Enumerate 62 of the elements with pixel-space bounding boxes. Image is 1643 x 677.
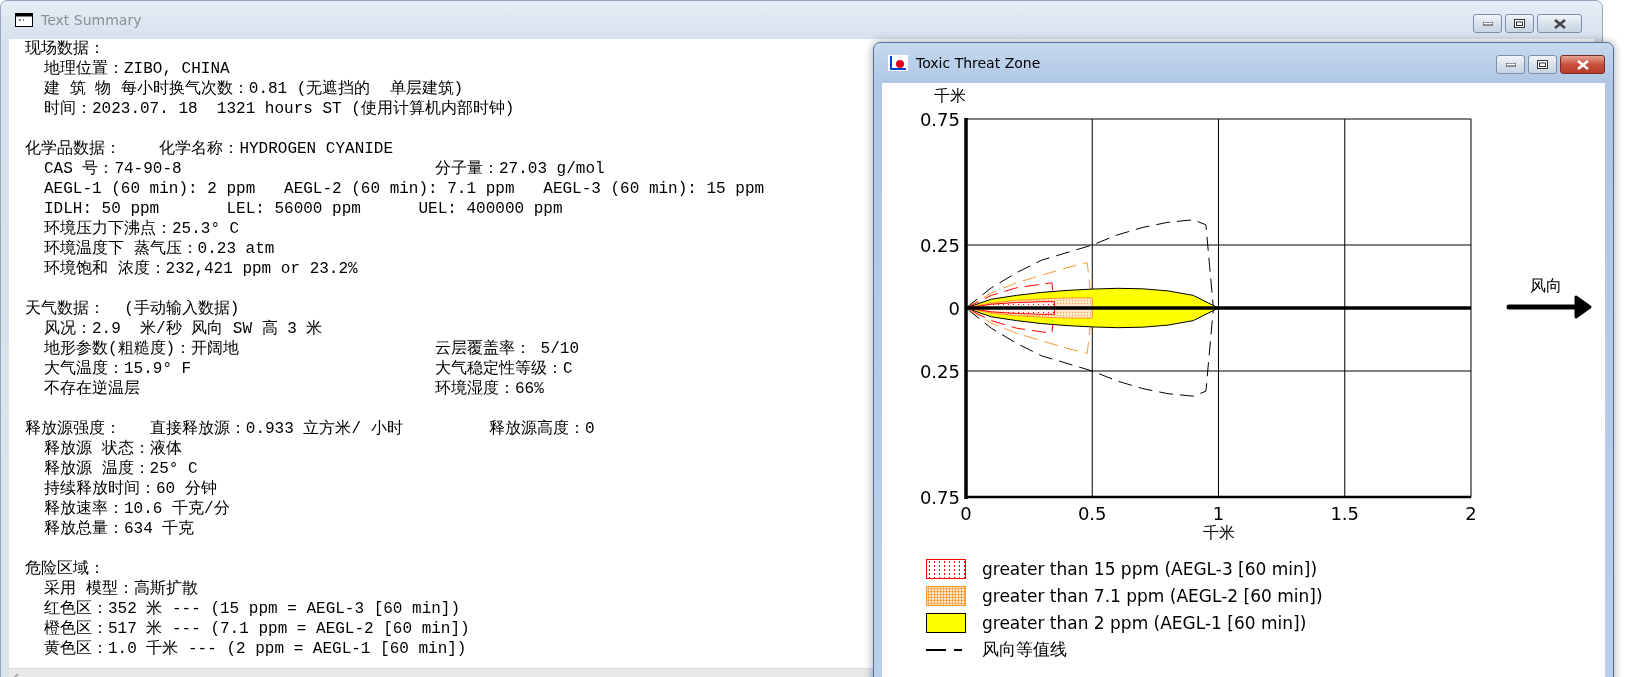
summary-text: 释放源 温度：25° C: [44, 459, 198, 479]
summary-text: 黄色区：1.0 千米 --- (2 ppm = AEGL-1 [60 min]): [44, 639, 467, 659]
summary-text: 地形参数(粗糙度)：开阔地: [44, 339, 241, 359]
close-button[interactable]: [1537, 14, 1582, 33]
section-heading: 危险区域：: [25, 559, 105, 579]
axis-tick-label: 0.25: [919, 360, 960, 382]
section-heading: 化学品数据： 化学名称：HYDROGEN CYANIDE: [25, 139, 394, 159]
summary-text: CAS 号：74-90-8: [44, 159, 183, 179]
summary-text: 大气稳定性等级：C: [435, 359, 573, 379]
axis-tick-label: 1: [1212, 502, 1225, 524]
maximize-icon: [1537, 60, 1548, 69]
summary-text: 橙色区：517 米 --- (7.1 ppm = AEGL-2 [60 min]): [44, 619, 470, 639]
summary-text: 红色区：352 米 --- (15 ppm = AEGL-3 [60 min]): [44, 599, 461, 619]
legend-label: greater than 2 ppm (AEGL-1 [60 min]): [982, 612, 1307, 633]
wind-direction-label: 风向: [1530, 275, 1562, 295]
summary-text: 建 筑 物 每小时换气次数：0.81 (无遮挡的 单层建筑): [44, 79, 464, 99]
axis-title: 千米: [934, 85, 966, 105]
summary-text: 分子量：27.03 g/mol: [435, 159, 605, 179]
axis-title: 千米: [1202, 522, 1235, 542]
close-icon: [1553, 18, 1566, 29]
legend-label: greater than 15 ppm (AEGL-3 [60 min]): [982, 558, 1318, 579]
section-heading: 天气数据： (手动输入数据): [25, 299, 240, 319]
summary-text: 环境饱和 浓度：232,421 ppm or 23.2%: [44, 259, 358, 279]
window-title: Text Summary: [41, 12, 142, 28]
summary-text: 释放总量：634 千克: [44, 519, 195, 539]
summary-text: 风况：2.9 米/秒 风向 SW 高 3 米: [44, 319, 323, 339]
axis-tick-label: 0: [948, 297, 960, 319]
window-icon: [15, 13, 33, 27]
summary-text: 地理位置：ZIBO, CHINA: [44, 59, 230, 79]
chart-icon: [888, 55, 908, 71]
close-button[interactable]: [1560, 55, 1605, 74]
summary-text: 环境温度下 蒸气压：0.23 atm: [44, 239, 275, 259]
maximize-button[interactable]: [1505, 14, 1534, 33]
summary-text: 环境湿度：66%: [435, 379, 544, 399]
close-icon: [1576, 59, 1589, 70]
summary-text: 不存在逆温层: [44, 379, 141, 399]
summary-text: IDLH: 50 ppm LEL: 56000 ppm UEL: 400000 ppm: [44, 199, 563, 219]
axis-tick-label: 0.5: [1077, 502, 1107, 524]
summary-text: 持续释放时间：60 分钟: [44, 479, 217, 499]
axis-tick-label: 0.25: [919, 234, 960, 256]
minimize-icon: [1505, 62, 1516, 67]
maximize-icon: [1514, 19, 1525, 28]
summary-text: 释放源 状态：液体: [44, 439, 182, 459]
summary-text: 释放速率：10.6 千克/分: [44, 499, 230, 519]
summary-text: AEGL-1 (60 min): 2 ppm AEGL-2 (60 min): 7.1 ppm AEGL-3 (60 min): 15 ppm: [44, 179, 765, 199]
summary-text: 时间：2023.07. 18 1321 hours ST (使用计算机内部时钟): [44, 99, 515, 119]
maximize-button[interactable]: [1528, 55, 1557, 74]
axis-tick-label: 0.75: [919, 108, 960, 130]
section-heading: 释放源强度： 直接释放源：0.933 立方米/ 小时 释放源高度：0: [25, 419, 595, 439]
window-title: Toxic Threat Zone: [916, 55, 1041, 71]
section-heading: 现场数据：: [25, 39, 105, 59]
axis-tick-label: 1.5: [1330, 502, 1360, 524]
legend-label: greater than 7.1 ppm (AEGL-2 [60 min]): [982, 585, 1323, 606]
minimize-icon: [1482, 21, 1493, 26]
summary-text: 环境压力下沸点：25.3° C: [44, 219, 240, 239]
summary-text: 采用 模型：高斯扩散: [44, 579, 198, 599]
summary-text: 大气温度：15.9° F: [44, 359, 193, 379]
summary-text: 云层覆盖率： 5/10: [435, 339, 579, 359]
legend-label: 风向等值线: [982, 638, 1067, 661]
axis-tick-label: 0: [960, 502, 972, 524]
axis-tick-label: 0.75: [919, 486, 960, 508]
axis-tick-label: 2: [1465, 502, 1477, 524]
